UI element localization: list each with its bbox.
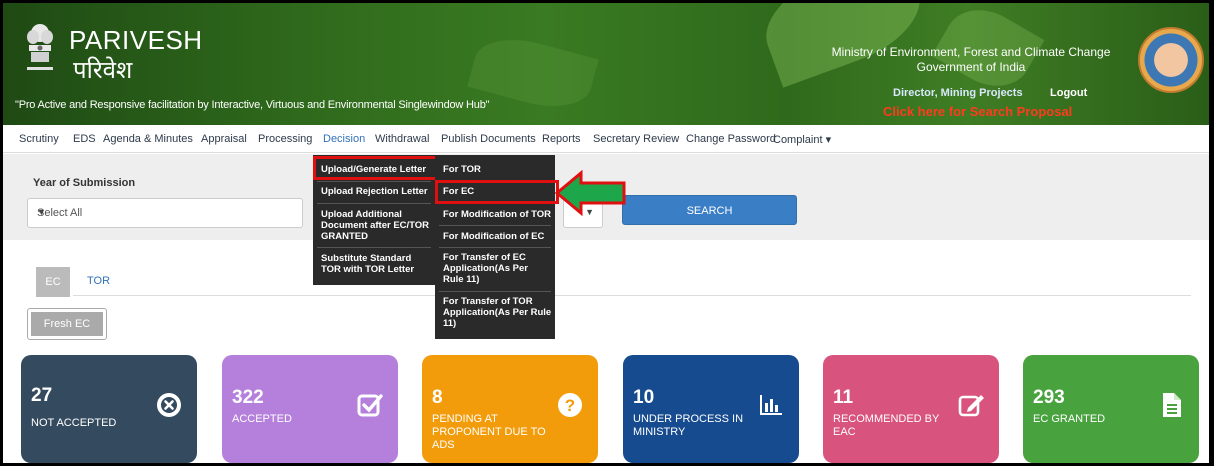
- menu-item-upload-rejection-letter[interactable]: Upload Rejection Letter: [321, 186, 428, 197]
- card-count: 8: [432, 387, 443, 408]
- nav-item-agenda-minutes[interactable]: Agenda & Minutes: [103, 133, 193, 145]
- file-icon: [1163, 393, 1181, 417]
- chevron-down-icon: ▼: [37, 207, 46, 217]
- card-label: PENDING AT PROPONENT DUE TO ADS: [432, 413, 546, 451]
- card-not-accepted[interactable]: 27 NOT ACCEPTED: [21, 355, 197, 463]
- menu-divider: [317, 203, 431, 204]
- nav-item-complaint[interactable]: Complaint ▾: [773, 133, 831, 146]
- card-label: UNDER PROCESS IN MINISTRY: [633, 413, 744, 438]
- nav-item-secretary-review[interactable]: Secretary Review: [593, 133, 679, 145]
- svg-text:?: ?: [565, 396, 575, 415]
- nav-item-processing[interactable]: Processing: [258, 133, 312, 145]
- ministry-name: Ministry of Environment, Forest and Clim…: [831, 45, 1111, 59]
- menu-item-upload-additional-document[interactable]: Upload Additional Document after EC/TOR …: [321, 209, 433, 242]
- nav-item-withdrawal[interactable]: Withdrawal: [375, 133, 429, 145]
- site-header: PARIVESH परिवेश "Pro Active and Responsi…: [3, 3, 1209, 125]
- card-count: 27: [31, 385, 53, 406]
- nav-item-appraisal[interactable]: Appraisal: [201, 133, 247, 145]
- pointer-arrow-icon: [555, 169, 626, 217]
- fresh-ec-label: Fresh EC: [31, 312, 103, 336]
- menu-divider: [439, 225, 551, 226]
- tagline: "Pro Active and Responsive facilitation …: [15, 99, 490, 111]
- card-label: EC GRANTED: [1033, 413, 1106, 425]
- card-label: RECOMMENDED BY EAC: [833, 413, 940, 438]
- submenu-item-modification-of-tor[interactable]: For Modification of TOR: [443, 209, 551, 220]
- year-of-submission-select[interactable]: Select All ▼: [27, 198, 303, 228]
- card-pending-at-proponent[interactable]: 8 PENDING AT PROPONENT DUE TO ADS ?: [422, 355, 598, 463]
- search-button[interactable]: SEARCH: [622, 195, 797, 225]
- card-count: 11: [833, 387, 854, 408]
- fresh-ec-button[interactable]: Fresh EC: [27, 308, 107, 340]
- card-count: 10: [633, 387, 655, 408]
- user-role: Director, Mining Projects: [893, 87, 1023, 99]
- card-recommended-by-eac[interactable]: 11 RECOMMENDED BY EAC: [823, 355, 999, 463]
- government-name: Government of India: [916, 60, 1026, 74]
- logout-link[interactable]: Logout: [1050, 87, 1087, 99]
- card-label: ACCEPTED: [232, 413, 292, 425]
- menu-divider: [317, 181, 431, 182]
- page: PARIVESH परिवेश "Pro Active and Responsi…: [3, 3, 1209, 463]
- ministry-seal-icon: [1138, 27, 1204, 93]
- main-nav: Scrutiny EDS Agenda & Minutes Appraisal …: [3, 125, 1209, 153]
- submenu-item-transfer-of-tor[interactable]: For Transfer of TOR Application(As Per R…: [443, 296, 553, 329]
- ministry-title: Ministry of Environment, Forest and Clim…: [795, 45, 1147, 75]
- menu-divider: [317, 247, 431, 248]
- card-accepted[interactable]: 322 ACCEPTED: [222, 355, 398, 463]
- search-proposal-link[interactable]: Click here for Search Proposal: [883, 104, 1072, 119]
- nav-item-change-password[interactable]: Change Password: [686, 133, 776, 145]
- menu-item-substitute-standard-tor[interactable]: Substitute Standard TOR with TOR Letter: [321, 253, 431, 275]
- tab-ec[interactable]: EC: [36, 267, 70, 297]
- brand-name-english: PARIVESH: [69, 25, 203, 55]
- menu-divider: [439, 247, 551, 248]
- card-ec-granted[interactable]: 293 EC GRANTED: [1023, 355, 1199, 463]
- card-count: 322: [232, 387, 264, 408]
- submenu-item-transfer-of-ec[interactable]: For Transfer of EC Application(As Per Ru…: [443, 252, 551, 285]
- edit-icon: [958, 395, 984, 417]
- times-circle-icon: [157, 393, 181, 417]
- nav-item-reports[interactable]: Reports: [542, 133, 581, 145]
- national-emblem-icon: [27, 24, 53, 70]
- brand-name-hindi: परिवेश: [73, 57, 133, 84]
- card-under-process[interactable]: 10 UNDER PROCESS IN MINISTRY: [623, 355, 799, 463]
- nav-item-publish-documents[interactable]: Publish Documents: [441, 133, 536, 145]
- bar-chart-icon: [760, 395, 782, 415]
- tab-tor[interactable]: TOR: [87, 275, 110, 287]
- tab-divider: [73, 295, 1191, 296]
- menu-divider: [439, 291, 551, 292]
- card-label: NOT ACCEPTED: [31, 417, 117, 429]
- highlight-box-upload-generate-letter: [313, 156, 439, 180]
- submenu-item-modification-of-ec[interactable]: For Modification of EC: [443, 231, 544, 242]
- nav-item-decision[interactable]: Decision: [323, 133, 365, 145]
- question-circle-icon: ?: [558, 393, 582, 417]
- nav-item-eds[interactable]: EDS: [73, 133, 96, 145]
- nav-item-scrutiny[interactable]: Scrutiny: [19, 133, 59, 145]
- check-square-icon: [357, 394, 383, 417]
- submenu-item-for-tor[interactable]: For TOR: [443, 164, 481, 175]
- highlight-box-for-ec: [435, 180, 559, 204]
- card-count: 293: [1033, 387, 1065, 408]
- year-of-submission-label: Year of Submission: [33, 177, 136, 189]
